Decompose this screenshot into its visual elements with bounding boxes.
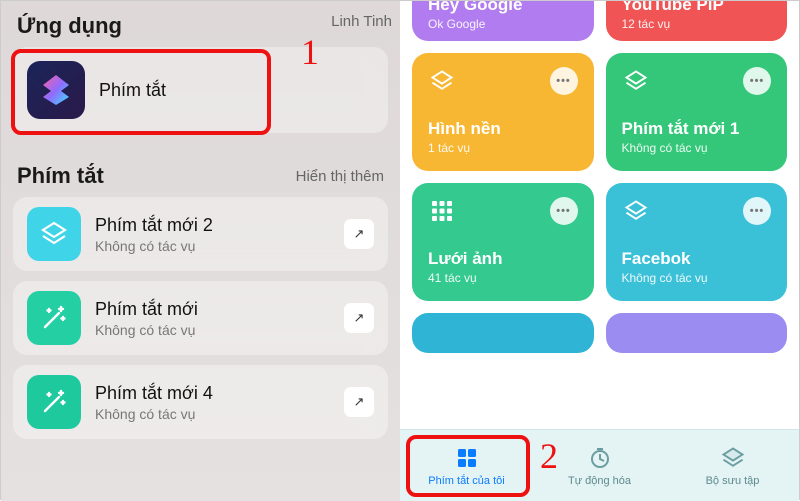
- tab-label: Phím tắt của tôi: [428, 475, 504, 487]
- tiles-icon: [454, 445, 480, 471]
- shortcuts-app-icon: [27, 61, 85, 119]
- apps-side-label[interactable]: Linh Tinh: [331, 13, 392, 30]
- stack-icon: [720, 445, 746, 471]
- shortcut-title: Phím tắt mới 4: [95, 383, 330, 404]
- spotlight-panel: Ứng dụng Phím tắt Linh Tinh Phím tắt Hiể…: [1, 1, 400, 501]
- shortcut-item-2[interactable]: Phím tắt mới 4 Không có tác vụ ↗: [13, 365, 388, 439]
- tile-hinh-nen[interactable]: ••• Hình nền 1 tác vụ: [412, 53, 594, 171]
- shortcut-sub: Không có tác vụ: [95, 406, 330, 422]
- tile-sub: Ok Google: [428, 17, 578, 31]
- tile-title: Hey Google: [428, 1, 578, 15]
- tab-label: Tự động hóa: [568, 475, 631, 487]
- clock-icon: [587, 445, 613, 471]
- layers-icon: [428, 67, 456, 95]
- tile-title: Lưới ảnh: [428, 249, 578, 269]
- tile-hey-google[interactable]: Hey Google Ok Google: [412, 1, 594, 41]
- shortcuts-header: Phím tắt Hiển thị thêm: [1, 151, 400, 197]
- open-icon[interactable]: ↗: [344, 303, 374, 333]
- tile-placeholder[interactable]: [412, 313, 594, 353]
- shortcut-sub: Không có tác vụ: [95, 322, 330, 338]
- annotation-number-2: 2: [540, 435, 558, 477]
- tile-placeholder[interactable]: [606, 313, 788, 353]
- tile-sub: 41 tác vụ: [428, 271, 578, 285]
- shortcuts-title: Phím tắt: [17, 163, 104, 189]
- layers-icon: [622, 67, 650, 95]
- tile-sub: 12 tác vụ: [622, 17, 772, 31]
- tile-facebok[interactable]: ••• Facebok Không có tác vụ: [606, 183, 788, 301]
- tile-youtube-pip[interactable]: YouTube PiP 12 tác vụ: [606, 1, 788, 41]
- tab-bar: Phím tắt của tôi Tự động hóa Bộ sưu tập: [400, 429, 799, 501]
- more-icon[interactable]: •••: [550, 197, 578, 225]
- shortcut-item-1[interactable]: Phím tắt mới Không có tác vụ ↗: [13, 281, 388, 355]
- shortcuts-app-panel: Hey Google Ok Google YouTube PiP 12 tác …: [400, 1, 799, 501]
- shortcut-item-0[interactable]: Phím tắt mới 2 Không có tác vụ ↗: [13, 197, 388, 271]
- shortcut-title: Phím tắt mới 2: [95, 215, 330, 236]
- tile-sub: 1 tác vụ: [428, 141, 578, 155]
- open-icon[interactable]: ↗: [344, 219, 374, 249]
- tile-sub: Không có tác vụ: [622, 141, 772, 155]
- more-icon[interactable]: •••: [743, 67, 771, 95]
- shortcuts-grid: Hey Google Ok Google YouTube PiP 12 tác …: [400, 1, 799, 429]
- tile-luoi-anh[interactable]: ••• Lưới ảnh 41 tác vụ: [412, 183, 594, 301]
- tile-title: Facebok: [622, 249, 772, 269]
- app-result-title: Phím tắt: [99, 80, 374, 101]
- wand-icon: [27, 291, 81, 345]
- show-more-link[interactable]: Hiển thị thêm: [296, 168, 384, 185]
- layers-icon: [622, 197, 650, 225]
- tab-my-shortcuts[interactable]: Phím tắt của tôi: [400, 430, 533, 501]
- tile-phim-tat-moi-1[interactable]: ••• Phím tắt mới 1 Không có tác vụ: [606, 53, 788, 171]
- shortcut-sub: Không có tác vụ: [95, 238, 330, 254]
- wand-icon: [27, 375, 81, 429]
- tab-gallery[interactable]: Bộ sưu tập: [666, 430, 799, 501]
- tile-title: Phím tắt mới 1: [622, 119, 772, 139]
- apps-title: Ứng dụng: [17, 13, 122, 39]
- tile-title: YouTube PiP: [622, 1, 772, 15]
- layers-icon: [27, 207, 81, 261]
- shortcut-title: Phím tắt mới: [95, 299, 330, 320]
- tile-title: Hình nền: [428, 119, 578, 139]
- annotation-number-1: 1: [301, 31, 319, 73]
- tile-sub: Không có tác vụ: [622, 271, 772, 285]
- tab-label: Bộ sưu tập: [706, 475, 760, 487]
- open-icon[interactable]: ↗: [344, 387, 374, 417]
- more-icon[interactable]: •••: [550, 67, 578, 95]
- app-result-shortcuts[interactable]: Phím tắt Linh Tinh: [13, 47, 388, 133]
- more-icon[interactable]: •••: [743, 197, 771, 225]
- grid-icon: [428, 197, 456, 225]
